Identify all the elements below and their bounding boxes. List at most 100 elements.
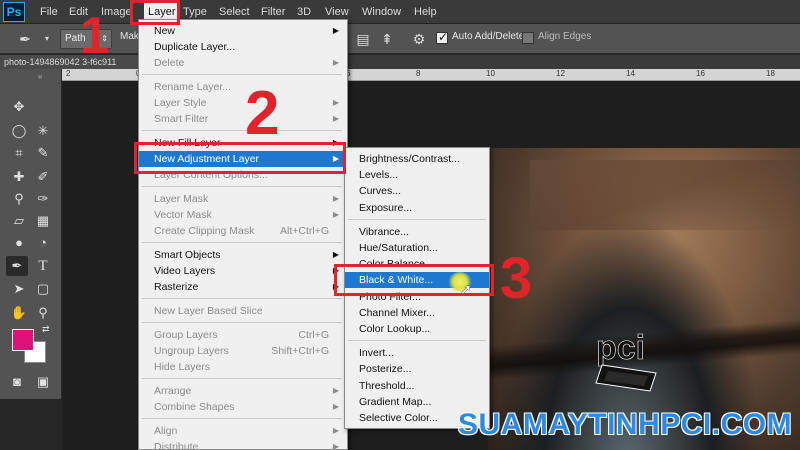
auto-add-delete-label: Auto Add/Delete <box>452 31 525 42</box>
menu-window[interactable]: Window <box>362 0 401 24</box>
layer-menu-item-rename-layer[interactable]: Rename Layer... <box>139 79 347 95</box>
path-selection-tool-icon[interactable]: ➤ <box>8 279 30 299</box>
layer-menu-item-new[interactable]: New ▶ <box>139 23 347 39</box>
path-alignment-icon[interactable]: ▤ <box>352 29 374 49</box>
document-tab[interactable]: photo-1494869042 3-f6c911 <box>0 55 140 69</box>
adjustment-item-color-lookup[interactable]: Color Lookup... <box>345 321 489 337</box>
adjustment-item-curves[interactable]: Curves... <box>345 183 489 199</box>
menu-item-label: Combine Shapes <box>154 401 235 413</box>
step1-number: 1 <box>80 7 109 65</box>
brush-tool-icon[interactable]: ✐ <box>32 167 54 187</box>
adjustment-item-posterize[interactable]: Posterize... <box>345 361 489 377</box>
blur-tool-icon[interactable]: ● <box>8 233 30 253</box>
ruler-tick-label: 10 <box>486 69 495 78</box>
submenu-arrow-icon: ▶ <box>332 386 339 395</box>
rectangle-tool-icon[interactable]: ▢ <box>32 279 54 299</box>
move-tool-icon[interactable]: ✥ <box>8 97 30 117</box>
align-edges-label: Align Edges <box>538 31 592 42</box>
menu-separator <box>142 322 342 323</box>
adjustment-item-hue-saturation[interactable]: Hue/Saturation... <box>345 240 489 256</box>
menu-item-label: Smart Filter <box>154 113 209 125</box>
tool-preset-dropdown-icon[interactable]: ▾ <box>36 29 58 49</box>
layer-menu-item-arrange[interactable]: Arrange ▶ <box>139 383 347 399</box>
layer-menu-item-distribute[interactable]: Distribute ▶ <box>139 439 347 450</box>
layer-menu-item-smart-objects[interactable]: Smart Objects ▶ <box>139 247 347 263</box>
layer-menu-item-hide-layers[interactable]: Hide Layers <box>139 359 347 375</box>
layer-menu-item-group-layers[interactable]: Group Layers Ctrl+G <box>139 327 347 343</box>
menu-item-label: Create Clipping Mask <box>154 225 255 237</box>
dodge-tool-icon[interactable]: ◔ <box>32 233 54 253</box>
pen-tool-icon[interactable]: ✒ <box>14 29 36 49</box>
lasso-tool-icon[interactable]: ◯ <box>8 121 30 141</box>
menu-item-shortcut: Ctrl+G <box>298 329 329 341</box>
adjustment-item-exposure[interactable]: Exposure... <box>345 200 489 216</box>
menu-item-label: Group Layers <box>154 329 218 341</box>
foreground-color-swatch[interactable] <box>12 329 34 351</box>
layer-menu-item-new-layer-based-slice[interactable]: New Layer Based Slice <box>139 303 347 319</box>
menu-item-label: New Layer Based Slice <box>154 305 263 317</box>
menu-item-label: Rasterize <box>154 281 199 293</box>
layer-menu-item-video-layers[interactable]: Video Layers ▶ <box>139 263 347 279</box>
ruler-tick-label: 8 <box>416 69 421 78</box>
eyedropper-tool-icon[interactable]: ✎ <box>32 143 54 163</box>
menu-item-shortcut: Alt+Ctrl+G <box>279 225 329 237</box>
menu-item-shortcut: Shift+Ctrl+G <box>271 345 329 357</box>
layer-menu-item-ungroup-layers[interactable]: Ungroup Layers Shift+Ctrl+G <box>139 343 347 359</box>
layer-menu-item-layer-mask[interactable]: Layer Mask ▶ <box>139 191 347 207</box>
zoom-tool-icon[interactable]: ⚲ <box>32 303 54 323</box>
type-tool-icon[interactable]: T <box>32 256 54 276</box>
layer-menu-item-smart-filter[interactable]: Smart Filter ▶ <box>139 111 347 127</box>
history-brush-tool-icon[interactable]: ✑ <box>32 189 54 209</box>
adjustment-item-threshold[interactable]: Threshold... <box>345 378 489 394</box>
quick-mask-icon[interactable]: ◙ <box>6 372 28 392</box>
layer-menu-item-rasterize[interactable]: Rasterize ▶ <box>139 279 347 295</box>
menu-item-label: Rename Layer... <box>154 81 232 93</box>
adjustment-item-levels[interactable]: Levels... <box>345 167 489 183</box>
menu-separator <box>142 74 342 75</box>
watermark-text: SUAMAYTINHPCI.COM <box>458 408 793 441</box>
hand-tool-icon[interactable]: ✋ <box>8 303 30 323</box>
auto-add-delete-checkbox[interactable] <box>436 30 448 44</box>
eraser-tool-icon[interactable]: ▱ <box>8 211 30 231</box>
menu-help[interactable]: Help <box>414 0 437 24</box>
submenu-arrow-icon: ▶ <box>332 402 339 411</box>
screen-mode-icon[interactable]: ▣ <box>32 372 54 392</box>
gear-icon[interactable]: ⚙ <box>408 29 430 49</box>
adjustment-item-invert[interactable]: Invert... <box>345 345 489 361</box>
layer-menu-item-align[interactable]: Align ▶ <box>139 423 347 439</box>
menu-item-label: Ungroup Layers <box>154 345 229 357</box>
align-edges-checkbox[interactable] <box>522 32 534 44</box>
menu-item-label: Smart Objects <box>154 249 221 261</box>
menu-item-label: Layer Mask <box>154 193 209 205</box>
menu-item-label: Arrange <box>154 385 192 397</box>
mouse-cursor-icon: ➚ <box>460 281 472 297</box>
menu-item-label: Layer Style <box>154 97 207 109</box>
layer-menu-item-vector-mask[interactable]: Vector Mask ▶ <box>139 207 347 223</box>
step2-number: 2 <box>245 79 280 148</box>
path-arrangement-icon[interactable]: ⇞ <box>376 29 398 49</box>
healing-brush-tool-icon[interactable]: ✚ <box>8 167 30 187</box>
layer-menu-item-combine-shapes[interactable]: Combine Shapes ▶ <box>139 399 347 415</box>
layer-menu-item-duplicate-layer[interactable]: Duplicate Layer... <box>139 39 347 55</box>
ruler-tick-label: 16 <box>696 69 705 78</box>
layer-menu-item-layer-style[interactable]: Layer Style ▶ <box>139 95 347 111</box>
collapse-panel-icon[interactable]: « <box>38 72 42 81</box>
layer-menu-item-create-clipping-mask[interactable]: Create Clipping Mask Alt+Ctrl+G <box>139 223 347 239</box>
menu-file[interactable]: File <box>40 0 58 24</box>
layer-menu-item-delete[interactable]: Delete ▶ <box>139 55 347 71</box>
submenu-arrow-icon: ▶ <box>332 98 339 107</box>
adjustment-item-brightness-contrast[interactable]: Brightness/Contrast... <box>345 151 489 167</box>
clone-stamp-tool-icon[interactable]: ⚲ <box>8 189 30 209</box>
crop-tool-icon[interactable]: ⌗ <box>8 143 30 163</box>
submenu-arrow-icon: ▶ <box>332 426 339 435</box>
menu-separator <box>142 242 342 243</box>
adjustment-item-vibrance[interactable]: Vibrance... <box>345 224 489 240</box>
magic-wand-tool-icon[interactable]: ✳ <box>32 121 54 141</box>
adjustment-item-channel-mixer[interactable]: Channel Mixer... <box>345 305 489 321</box>
submenu-arrow-icon: ▶ <box>332 442 339 450</box>
menu-item-label: Duplicate Layer... <box>154 41 236 53</box>
gradient-tool-icon[interactable]: ▦ <box>32 211 54 231</box>
step1-highlight-box <box>130 0 180 25</box>
swap-colors-icon[interactable]: ⇄ <box>42 324 50 335</box>
pen-tool-selected-icon[interactable]: ✒ <box>6 256 28 276</box>
